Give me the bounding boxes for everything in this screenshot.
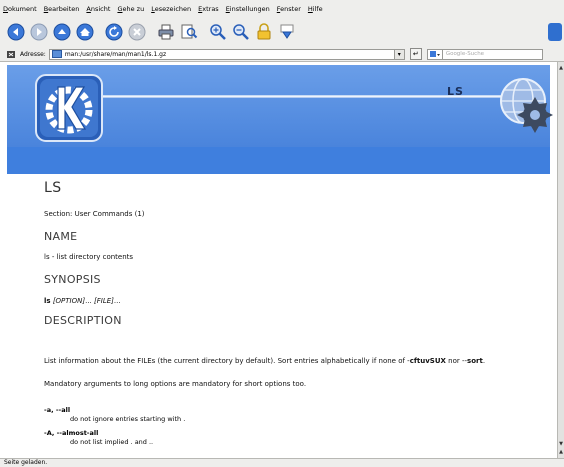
option-all-flag: -a, --all bbox=[44, 406, 71, 414]
status-bar: Seite geladen. bbox=[0, 458, 564, 467]
description-paragraph-2: Mandatory arguments to long options are … bbox=[44, 380, 307, 388]
search-engine-button[interactable] bbox=[426, 48, 443, 60]
menu-einstellungen[interactable]: Einstellungen bbox=[226, 5, 270, 13]
desc1-sort: sort bbox=[467, 357, 483, 365]
synopsis-file: [FILE] bbox=[94, 297, 114, 305]
desc1-part-a: List information about the FILEs (the cu… bbox=[44, 357, 410, 365]
address-label: Adresse: bbox=[20, 50, 46, 58]
kde-throbber-icon bbox=[548, 23, 562, 41]
find-icon bbox=[181, 24, 198, 39]
scroll-up-lower-icon[interactable]: ▲ bbox=[558, 448, 564, 456]
zoom-in-icon bbox=[210, 24, 226, 40]
desc1-flags: cftuvSUX bbox=[409, 357, 446, 365]
security-lock-icon bbox=[257, 23, 271, 40]
bookmark-button[interactable] bbox=[277, 22, 297, 42]
bookmark-icon bbox=[280, 24, 294, 39]
description-paragraph-1: List information about the FILEs (the cu… bbox=[44, 357, 485, 365]
synopsis-text: ls [OPTION]... [FILE]... bbox=[44, 297, 121, 305]
synopsis-ellipsis: ... bbox=[85, 297, 94, 305]
option-almost-all-desc: do not list implied . and .. bbox=[70, 438, 154, 446]
menu-ansicht[interactable]: Ansicht bbox=[86, 5, 110, 13]
security-button[interactable] bbox=[254, 22, 274, 42]
option-all-desc: do not ignore entries starting with . bbox=[70, 415, 186, 423]
zoom-in-button[interactable] bbox=[208, 22, 228, 42]
scroll-down-icon[interactable]: ▼ bbox=[558, 440, 564, 448]
home-button[interactable] bbox=[75, 22, 95, 42]
find-button[interactable] bbox=[179, 22, 199, 42]
name-heading: NAME bbox=[44, 230, 78, 243]
menu-bearbeiten[interactable]: Bearbeiten bbox=[44, 5, 80, 13]
menu-gehe-zu[interactable]: Gehe zu bbox=[117, 5, 144, 13]
forward-icon bbox=[30, 23, 48, 41]
main-toolbar bbox=[0, 17, 564, 47]
kde-banner: LS bbox=[7, 65, 553, 174]
page-viewport[interactable]: LS LS Section: User Commands (1) NAME ls… bbox=[0, 62, 557, 458]
go-button[interactable]: ↵ bbox=[409, 48, 422, 60]
up-button[interactable] bbox=[52, 22, 72, 42]
menu-bar: Dokument Bearbeiten Ansicht Gehe zu Lese… bbox=[0, 0, 564, 17]
search-bar: Google-Suche bbox=[426, 48, 543, 60]
search-input[interactable]: Google-Suche bbox=[442, 48, 543, 60]
synopsis-ellipsis-end: ... bbox=[113, 297, 121, 305]
address-input[interactable]: man:/usr/share/man/man1/ls.1.gz ▾ bbox=[48, 48, 405, 60]
menu-extras[interactable]: Extras bbox=[198, 5, 219, 13]
clear-location-icon[interactable] bbox=[6, 50, 16, 59]
stop-icon bbox=[128, 23, 146, 41]
name-text: ls - list directory contents bbox=[44, 253, 134, 261]
stop-button[interactable] bbox=[127, 22, 147, 42]
globe-gear-icon bbox=[500, 78, 553, 133]
back-button[interactable] bbox=[6, 22, 26, 42]
synopsis-command: ls bbox=[44, 297, 51, 305]
print-icon bbox=[158, 24, 174, 40]
print-button[interactable] bbox=[156, 22, 176, 42]
forward-button[interactable] bbox=[29, 22, 49, 42]
reload-icon bbox=[105, 23, 123, 41]
synopsis-heading: SYNOPSIS bbox=[44, 273, 101, 286]
desc1-part-e: . bbox=[482, 357, 486, 365]
description-heading: DESCRIPTION bbox=[44, 314, 122, 327]
synopsis-option: [OPTION] bbox=[52, 297, 86, 305]
menu-lesezeichen[interactable]: Lesezeichen bbox=[151, 5, 191, 13]
enter-arrow-icon: ↵ bbox=[412, 50, 419, 58]
google-search-icon bbox=[429, 51, 440, 57]
section-line: Section: User Commands (1) bbox=[44, 210, 145, 218]
zoom-out-icon bbox=[233, 24, 249, 40]
address-text: man:/usr/share/man/man1/ls.1.gz bbox=[64, 50, 167, 58]
home-icon bbox=[76, 23, 94, 41]
reload-button[interactable] bbox=[104, 22, 124, 42]
location-bar: Adresse: man:/usr/share/man/man1/ls.1.gz… bbox=[0, 47, 564, 62]
back-icon bbox=[7, 23, 25, 41]
banner-title: LS bbox=[447, 85, 464, 98]
option-almost-all-flag: -A, --almost-all bbox=[44, 429, 99, 437]
menu-fenster[interactable]: Fenster bbox=[277, 5, 301, 13]
menu-dokument[interactable]: Dokument bbox=[3, 5, 37, 13]
page-favicon-icon bbox=[51, 50, 62, 58]
vertical-scrollbar[interactable]: ▲ ▼ ▲ bbox=[557, 62, 564, 458]
up-icon bbox=[53, 23, 71, 41]
menu-hilfe[interactable]: Hilfe bbox=[308, 5, 323, 13]
desc1-part-c: nor -- bbox=[445, 357, 468, 365]
address-dropdown-icon[interactable]: ▾ bbox=[393, 49, 404, 59]
zoom-out-button[interactable] bbox=[231, 22, 251, 42]
page-title: LS bbox=[44, 180, 62, 196]
scroll-up-icon[interactable]: ▲ bbox=[558, 64, 564, 72]
kde-logo-icon bbox=[35, 74, 103, 142]
